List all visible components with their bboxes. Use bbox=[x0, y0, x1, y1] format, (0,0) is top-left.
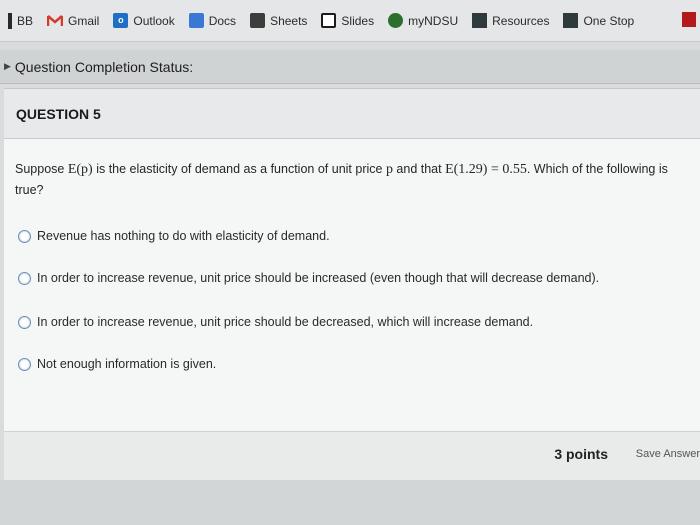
question-header: QUESTION 5 bbox=[4, 89, 700, 139]
bookmark-docs[interactable]: Docs bbox=[183, 10, 242, 32]
bookmark-sheets[interactable]: Sheets bbox=[244, 10, 313, 32]
bookmark-slides[interactable]: Slides bbox=[315, 10, 380, 32]
myndsu-icon bbox=[388, 13, 404, 28]
question-text-part: is the elasticity of demand as a functio… bbox=[92, 162, 386, 176]
question-text: Suppose E(p) is the elasticity of demand… bbox=[15, 159, 685, 201]
bookmark-overflow-icon[interactable] bbox=[682, 12, 696, 27]
bookmark-label: myNDSU bbox=[408, 13, 459, 28]
bookmark-label: Resources bbox=[492, 13, 550, 28]
slides-icon bbox=[321, 13, 337, 28]
bookmark-outlook[interactable]: o Outlook bbox=[107, 10, 180, 32]
answer-option-1[interactable]: Revenue has nothing to do with elasticit… bbox=[18, 229, 330, 243]
answer-option-2[interactable]: In order to increase revenue, unit price… bbox=[18, 271, 599, 285]
question-panel: QUESTION 5 Suppose E(p) is the elasticit… bbox=[4, 88, 700, 481]
answer-option-label: In order to increase revenue, unit price… bbox=[37, 271, 600, 285]
bookmark-bb[interactable]: BB bbox=[2, 10, 39, 32]
page-bottom-area bbox=[0, 480, 700, 525]
save-answer-button[interactable]: Save Answer bbox=[636, 448, 700, 460]
answer-option-label: Not enough information is given. bbox=[37, 357, 217, 371]
bookmark-label: Gmail bbox=[68, 13, 100, 28]
answer-option-3[interactable]: In order to increase revenue, unit price… bbox=[18, 315, 533, 329]
outlook-icon: o bbox=[113, 13, 129, 28]
bookmarks-bar: BB Gmail o Outlook Docs Sheets Slides my… bbox=[0, 0, 700, 42]
blackboard-icon bbox=[8, 12, 12, 29]
bookmark-resources[interactable]: Resources bbox=[466, 10, 555, 32]
answer-option-label: In order to increase revenue, unit price… bbox=[37, 315, 534, 329]
bookmark-label: BB bbox=[17, 13, 34, 28]
question-number: QUESTION 5 bbox=[16, 105, 101, 122]
radio-button[interactable] bbox=[18, 271, 31, 285]
radio-button[interactable] bbox=[18, 357, 31, 371]
math-expression: E(p) bbox=[67, 162, 93, 177]
bookmark-label: Slides bbox=[341, 13, 375, 28]
answer-option-label: Revenue has nothing to do with elasticit… bbox=[37, 229, 330, 243]
bookmark-label: One Stop bbox=[583, 13, 635, 28]
gmail-icon bbox=[47, 14, 64, 26]
points-label: 3 points bbox=[554, 446, 608, 462]
question-text-part: Suppose bbox=[15, 162, 68, 176]
bookmark-myndsu[interactable]: myNDSU bbox=[382, 10, 464, 32]
resources-icon bbox=[472, 13, 488, 28]
collapse-caret-icon[interactable]: ▶ bbox=[4, 61, 11, 72]
bookmark-label: Sheets bbox=[270, 13, 308, 28]
sheets-icon bbox=[250, 13, 266, 28]
completion-status-bar[interactable]: ▶ Question Completion Status: bbox=[0, 50, 700, 84]
completion-status-label: Question Completion Status: bbox=[14, 58, 194, 75]
bookmark-label: Outlook bbox=[133, 13, 175, 28]
question-body: Suppose E(p) is the elasticity of demand… bbox=[4, 139, 700, 431]
answer-option-4[interactable]: Not enough information is given. bbox=[18, 357, 216, 371]
question-footer: 3 points Save Answer bbox=[4, 431, 700, 481]
math-expression: p bbox=[385, 162, 393, 177]
question-text-part: and that bbox=[392, 162, 446, 176]
bookmark-gmail[interactable]: Gmail bbox=[41, 10, 105, 32]
onestop-icon bbox=[563, 13, 579, 28]
bookmark-onestop[interactable]: One Stop bbox=[557, 10, 640, 32]
bookmark-label: Docs bbox=[208, 13, 237, 28]
math-expression: E(1.29) = 0.55 bbox=[445, 162, 527, 177]
radio-button[interactable] bbox=[18, 229, 31, 243]
radio-button[interactable] bbox=[18, 315, 31, 329]
docs-icon bbox=[188, 13, 204, 28]
